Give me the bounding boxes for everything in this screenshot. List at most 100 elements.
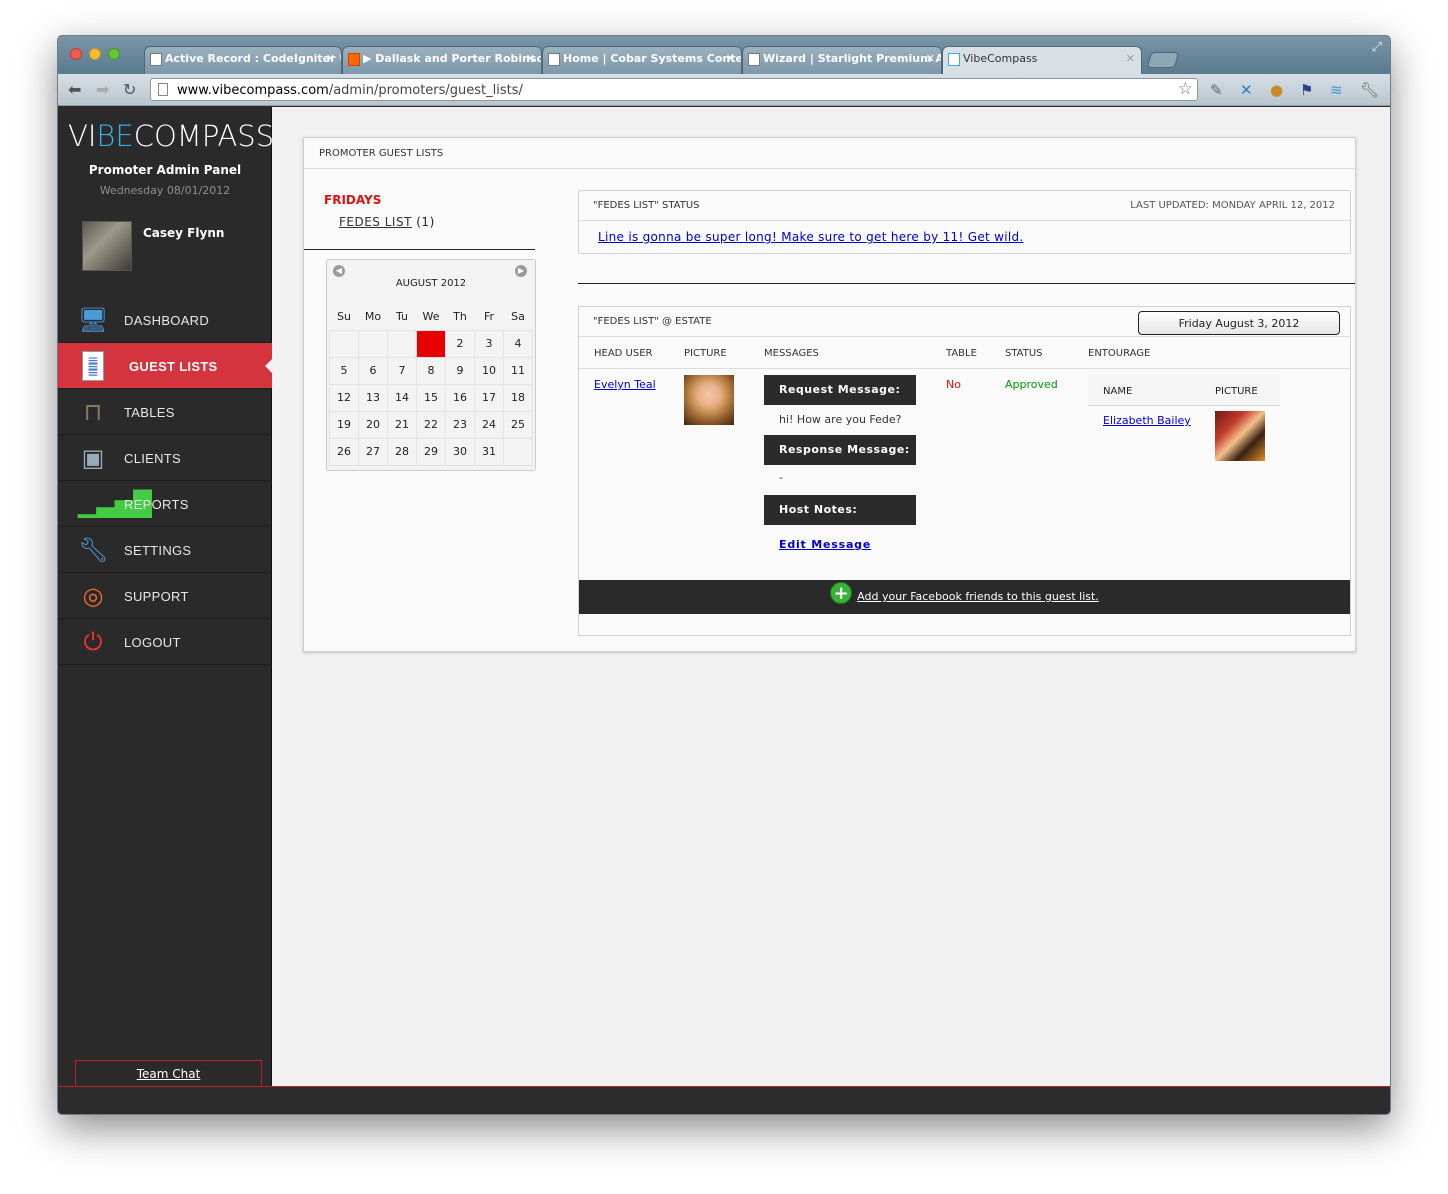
request-message-text: hi! How are you Fede? [779,413,902,426]
calendar-day[interactable]: 5 [329,356,359,385]
cookie-extension-icon[interactable]: ● [1270,81,1283,99]
minimize-window-button[interactable] [89,48,101,60]
codeigniter-favicon-icon [150,53,162,66]
guest-list-count: (1) [416,215,435,229]
calendar-day[interactable]: 23 [445,410,475,439]
browser-tab[interactable]: Active Record : CodeIgniter U ✕ [144,46,342,74]
close-tab-icon[interactable]: ✕ [326,52,335,65]
response-message-label: Response Message: [764,435,916,465]
calendar-week: 12 13 14 15 16 17 18 [329,383,533,412]
calendar-day[interactable]: 21 [387,410,417,439]
status-value: Approved [1005,378,1058,391]
calendar-day[interactable]: 25 [503,410,533,439]
calendar-day[interactable]: 12 [329,383,359,412]
nav-reports[interactable]: ▁▃▅█ REPORTS [58,481,272,527]
forward-arrow-icon[interactable]: ➡ [96,80,109,99]
calendar-day[interactable]: 19 [329,410,359,439]
calendar-day[interactable]: 31 [474,437,504,466]
column-header: ENTOURAGE [1088,348,1151,359]
close-tab-icon[interactable]: ✕ [526,52,535,65]
fullscreen-icon[interactable]: ⤢ [1372,40,1382,55]
event-date-button[interactable]: Friday August 3, 2012 [1138,311,1340,335]
url-path: /admin/promoters/guest_lists/ [328,83,523,98]
calendar-day[interactable]: 27 [358,437,388,466]
calendar-empty-cell [387,329,417,358]
next-month-icon[interactable]: ▶ [515,265,527,277]
team-chat-label: Team Chat [136,1067,201,1081]
nav-support[interactable]: ◎ SUPPORT [58,573,272,619]
calendar-day[interactable]: 11 [503,356,533,385]
calendar-day-today[interactable]: 1 [416,329,446,358]
calendar-day[interactable]: 15 [416,383,446,412]
wave-extension-icon[interactable]: ≋ [1330,81,1343,99]
calendar-grid: Su Mo Tu We Th Fr Sa 1 2 3 4 5 6 7 8 9 10 11 12 13 14 15 16 17… [329,303,533,466]
eyedropper-extension-icon[interactable]: ✎ [1210,81,1223,99]
browser-tab[interactable]: Wizard | Starlight Premium A ✕ [742,46,942,74]
guest-list-name[interactable]: FEDES LIST [339,215,412,229]
panel-title: PROMOTER GUEST LISTS [304,138,1355,169]
nav-tables[interactable]: ⊓ TABLES [58,389,272,435]
calendar-day[interactable]: 7 [387,356,417,385]
tab-label: VibeCompass [963,52,1038,65]
bookmark-star-icon[interactable]: ☆ [1178,79,1193,99]
close-tab-icon[interactable]: ✕ [1126,52,1135,65]
nav-clients[interactable]: ▣ CLIENTS [58,435,272,481]
edit-message-link[interactable]: Edit Message [779,538,871,551]
close-window-button[interactable] [70,48,82,60]
entourage-member-picture[interactable] [1215,411,1265,461]
x-extension-icon[interactable]: ✕ [1240,81,1253,99]
nav-dashboard[interactable]: 🖥︎ DASHBOARD [58,297,272,343]
user-avatar[interactable] [82,221,132,271]
zoom-window-button[interactable] [108,48,120,60]
calendar-day[interactable]: 26 [329,437,359,466]
weekday-header: Su [337,309,351,323]
close-tab-icon[interactable]: ✕ [926,52,935,65]
team-chat-button[interactable]: Team Chat [75,1060,262,1086]
guest-list-link[interactable]: FEDES LIST (1) [339,215,435,229]
browser-tab-active[interactable]: VibeCompass ✕ [942,46,1142,74]
sidebar: VIBECOMPASS Promoter Admin Panel Wednesd… [58,107,274,1086]
prev-month-icon[interactable]: ◀ [333,265,345,277]
flag-extension-icon[interactable]: ⚑ [1300,81,1313,99]
calendar-empty-cell [358,329,388,358]
calendar-day[interactable]: 10 [474,356,504,385]
calendar-day[interactable]: 4 [503,329,533,358]
browser-tab[interactable]: ▶ Dallask and Porter Robinson ✕ [342,46,542,74]
calendar-day[interactable]: 30 [445,437,475,466]
vibecompass-logo[interactable]: VIBECOMPASS [68,119,274,153]
calendar-day[interactable]: 16 [445,383,475,412]
calendar-day[interactable]: 29 [416,437,446,466]
add-plus-icon[interactable]: + [830,582,853,604]
nav-logout[interactable]: ⏻ LOGOUT [58,619,272,665]
calendar-day[interactable]: 3 [474,329,504,358]
calendar-day[interactable]: 13 [358,383,388,412]
calendar-day[interactable]: 9 [445,356,475,385]
browser-tab[interactable]: Home | Cobar Systems Conte ✕ [542,46,742,74]
reload-icon[interactable]: ↻ [123,80,136,99]
add-facebook-friends-link[interactable]: Add your Facebook friends to this guest … [857,590,1099,603]
back-arrow-icon[interactable]: ⬅ [68,80,81,99]
status-message-link[interactable]: Line is gonna be super long! Make sure t… [598,230,1024,244]
status-box-header: "FEDES LIST" STATUS LAST UPDATED: MONDAY… [579,191,1350,221]
address-bar[interactable]: www.vibecompass.com/admin/promoters/gues… [150,78,1198,101]
head-user-link[interactable]: Evelyn Teal [594,378,656,391]
logo-text-left: VI [68,119,97,153]
head-user-picture[interactable] [684,375,734,425]
calendar-day[interactable]: 28 [387,437,417,466]
wrench-menu-icon[interactable]: 🔧︎ [1360,81,1379,99]
calendar-day[interactable]: 22 [416,410,446,439]
weekday-header: Sa [511,309,525,323]
calendar-day[interactable]: 14 [387,383,417,412]
entourage-member-link[interactable]: Elizabeth Bailey [1103,414,1191,427]
nav-settings[interactable]: 🔧︎ SETTINGS [58,527,272,573]
calendar-day[interactable]: 17 [474,383,504,412]
new-tab-button[interactable] [1146,52,1180,68]
calendar-day[interactable]: 18 [503,383,533,412]
calendar-day[interactable]: 8 [416,356,446,385]
calendar-day[interactable]: 6 [358,356,388,385]
calendar-day[interactable]: 24 [474,410,504,439]
nav-guest-lists[interactable]: ≡ ≡ ≡ GUEST LISTS [58,343,273,389]
calendar-day[interactable]: 20 [358,410,388,439]
calendar-day[interactable]: 2 [445,329,475,358]
close-tab-icon[interactable]: ✕ [726,52,735,65]
